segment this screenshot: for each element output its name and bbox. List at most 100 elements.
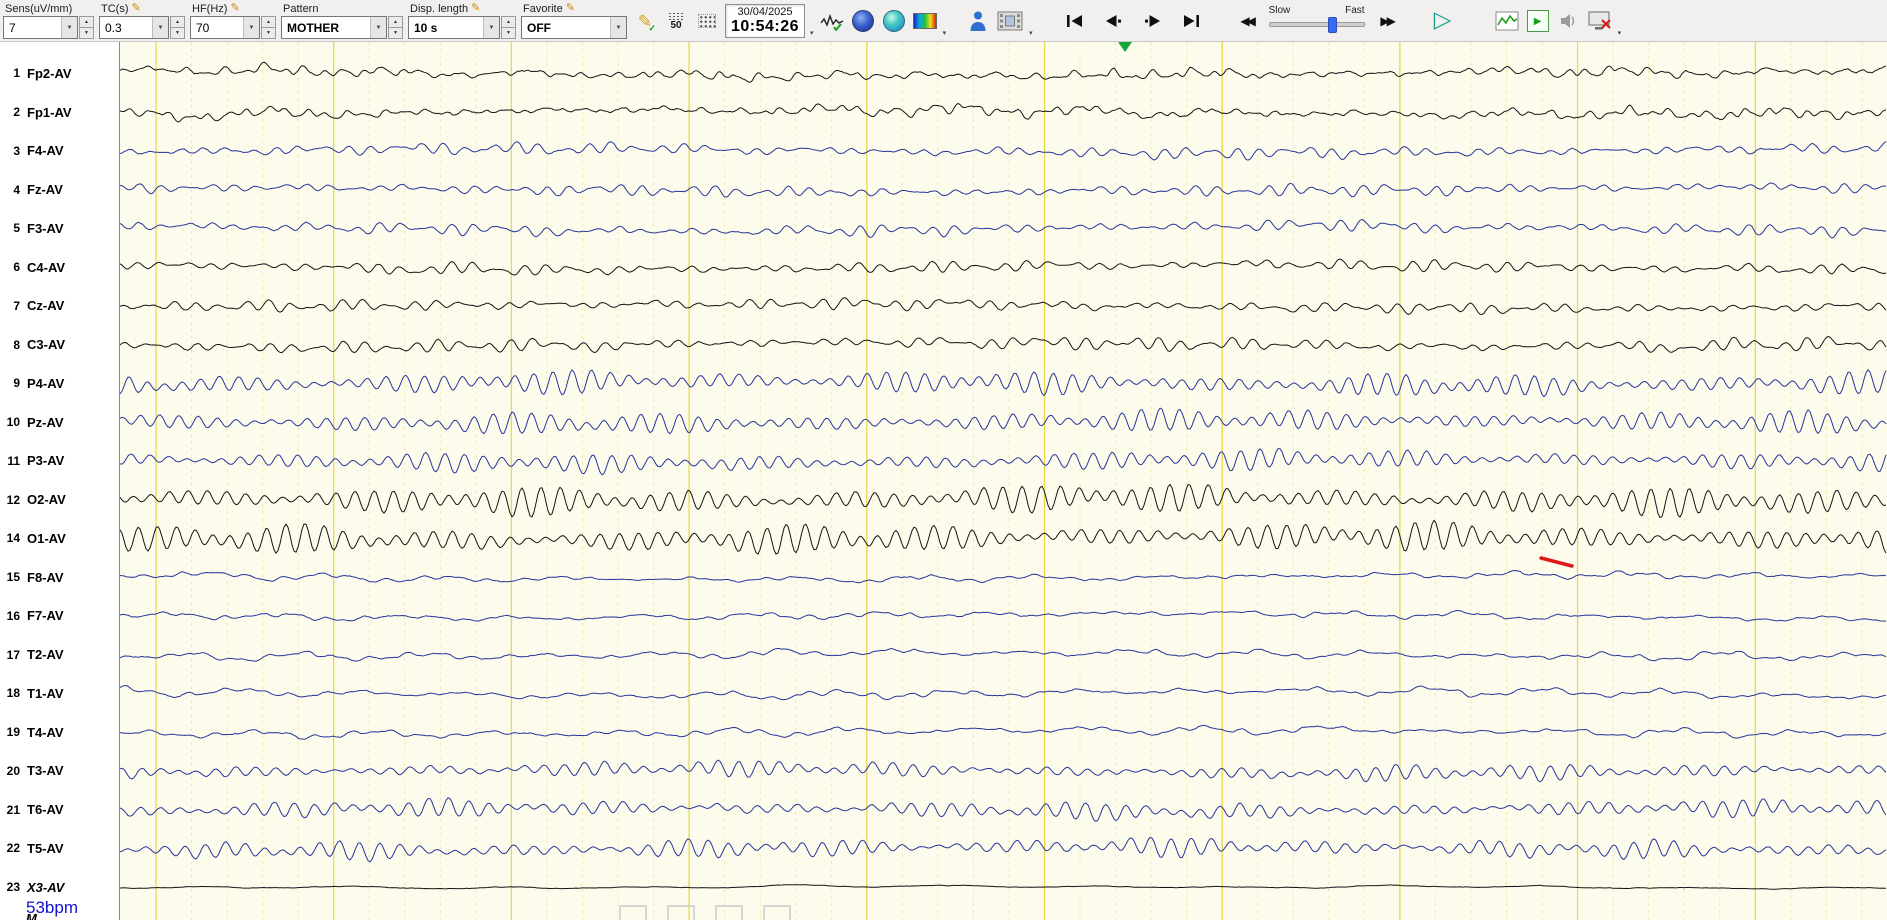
channel-row[interactable]: 4Fz-AV: [0, 181, 120, 199]
chevron-down-icon[interactable]: ▼: [610, 17, 626, 38]
date-display: 30/04/2025: [731, 6, 799, 18]
remote-monitor-button[interactable]: [1587, 6, 1613, 36]
channel-row[interactable]: 19T4-AV: [0, 723, 120, 741]
sensitivity-combobox[interactable]: 7 ▼: [3, 16, 78, 39]
eeg-trace-X3-AV: [120, 885, 1886, 890]
auto-play-button[interactable]: ▶: [1525, 6, 1551, 36]
chevron-down-icon[interactable]: ▼: [243, 17, 259, 38]
channel-row[interactable]: 17T2-AV: [0, 646, 120, 664]
channel-row[interactable]: 22T5-AV: [0, 839, 120, 857]
edit-pencil-icon[interactable]: ✎: [471, 3, 480, 14]
channel-row[interactable]: 10Pz-AV: [0, 413, 120, 431]
timeconstant-spin-down[interactable]: ▼: [170, 28, 185, 39]
skip-end-button[interactable]: [1175, 7, 1209, 34]
channel-row[interactable]: 7Cz-AV: [0, 297, 120, 315]
chevron-down-icon[interactable]: ▼: [152, 17, 168, 38]
display-length-label: Disp. length: [410, 3, 468, 15]
overflow-chevron-icon[interactable]: ▾: [810, 29, 814, 37]
channel-row[interactable]: 3 F4-AV: [0, 142, 120, 160]
timeconstant-combobox[interactable]: 0.3 ▼: [99, 16, 169, 39]
channel-number: 2: [0, 105, 20, 119]
channel-number: 7: [0, 299, 20, 313]
channel-row[interactable]: 8C3-AV: [0, 336, 120, 354]
highfreq-spin-up[interactable]: ▲: [261, 16, 276, 28]
annotation-pen-button[interactable]: ✎ ✓: [632, 6, 658, 36]
channel-row[interactable]: 18T1-AV: [0, 684, 120, 702]
channel-number: 23: [0, 880, 20, 894]
channel-row[interactable]: 21T6-AV: [0, 801, 120, 819]
trace-area[interactable]: [120, 42, 1887, 920]
channel-number: 11: [0, 454, 20, 468]
highfreq-combobox[interactable]: 70 ▼: [190, 16, 260, 39]
patient-info-button[interactable]: [965, 6, 991, 36]
spectrum-sphere-icon: [883, 10, 905, 32]
pattern-label: Pattern: [283, 3, 318, 15]
channel-label: O2-AV: [27, 492, 66, 507]
edit-pencil-icon[interactable]: ✎: [230, 3, 239, 14]
channel-row[interactable]: 2Fp1-AV: [0, 103, 120, 121]
spectrum-map-button[interactable]: [881, 6, 907, 36]
brain-map-button[interactable]: [850, 6, 876, 36]
overflow-chevron-icon[interactable]: ▾: [943, 29, 947, 37]
step-forward-button[interactable]: [1136, 7, 1170, 34]
channel-row[interactable]: 12O2-AV: [0, 491, 120, 509]
pattern-spin-down[interactable]: ▼: [388, 28, 403, 39]
electrode-map-button[interactable]: [694, 6, 720, 36]
edit-pencil-icon[interactable]: ✎: [132, 3, 141, 14]
channel-row[interactable]: 15F8-AV: [0, 568, 120, 586]
pattern-spin-up[interactable]: ▲: [388, 16, 403, 28]
notch-filter-button[interactable]: 50: [663, 6, 689, 36]
channel-row[interactable]: 1Fp2-AV: [0, 64, 120, 82]
channel-row[interactable]: 9P4-AV: [0, 374, 120, 392]
speed-slider-thumb[interactable]: [1328, 17, 1337, 33]
highfreq-spin-down[interactable]: ▼: [261, 28, 276, 39]
sensitivity-spin-down[interactable]: ▼: [79, 28, 94, 39]
sensitivity-spin-up[interactable]: ▲: [79, 16, 94, 28]
play-button[interactable]: ▷: [1423, 7, 1463, 34]
display-length-combobox[interactable]: 10 s ▼: [408, 16, 500, 39]
skip-start-button[interactable]: [1058, 7, 1092, 34]
speed-slider-track[interactable]: [1269, 22, 1365, 27]
trend-view-button[interactable]: [1494, 6, 1520, 36]
trend-icon: [1495, 11, 1519, 31]
favorite-combobox[interactable]: OFF ▼: [521, 16, 627, 39]
position-marker[interactable]: [1118, 42, 1132, 52]
step-back-button[interactable]: [1097, 7, 1131, 34]
color-map-button[interactable]: [912, 6, 938, 36]
channel-row[interactable]: 20T3-AV: [0, 762, 120, 780]
eeg-trace-Cz-AV: [120, 298, 1886, 315]
pattern-combobox[interactable]: MOTHER ▼: [281, 16, 387, 39]
channel-label: F3-AV: [27, 221, 64, 236]
display-length-spin-up[interactable]: ▲: [501, 16, 516, 28]
channel-row[interactable]: 5F3-AV: [0, 219, 120, 237]
audio-button[interactable]: [1556, 6, 1582, 36]
rewind-button[interactable]: ◀◀: [1230, 7, 1264, 34]
channel-row[interactable]: 23X3-AV: [0, 878, 120, 896]
channel-label: F7-AV: [27, 608, 64, 623]
chevron-down-icon[interactable]: ▼: [370, 17, 386, 38]
pattern-spinner: ▲ ▼: [388, 16, 403, 39]
fast-forward-button[interactable]: ▶▶: [1370, 7, 1404, 34]
sensitivity-value: 7: [4, 21, 61, 35]
slow-label: Slow: [1269, 5, 1291, 18]
chevron-down-icon[interactable]: ▼: [61, 17, 77, 38]
eeg-trace-O2-AV: [120, 484, 1886, 517]
channel-row[interactable]: 6C4-AV: [0, 258, 120, 276]
overflow-chevron-icon[interactable]: ▾: [1029, 29, 1033, 37]
channel-number: 3: [0, 144, 20, 158]
chevron-down-icon[interactable]: ▼: [483, 17, 499, 38]
timeconstant-spin-up[interactable]: ▲: [170, 16, 185, 28]
channel-number: 15: [0, 570, 20, 584]
display-length-spin-down[interactable]: ▼: [501, 28, 516, 39]
channel-row[interactable]: 16F7-AV: [0, 607, 120, 625]
favorite-value: OFF: [522, 21, 610, 35]
play-icon: ▷: [1434, 9, 1452, 32]
video-sync-button[interactable]: [996, 6, 1024, 36]
channel-row[interactable]: 11P3-AV: [0, 452, 120, 470]
channel-row[interactable]: 14O1-AV: [0, 529, 120, 547]
edit-pencil-icon[interactable]: ✎: [566, 3, 575, 14]
overflow-chevron-icon[interactable]: ▾: [1618, 29, 1622, 37]
waveform-view-button[interactable]: [819, 6, 845, 36]
channel-label: F4-AV: [27, 143, 64, 158]
eeg-trace-T6-AV: [120, 798, 1886, 822]
